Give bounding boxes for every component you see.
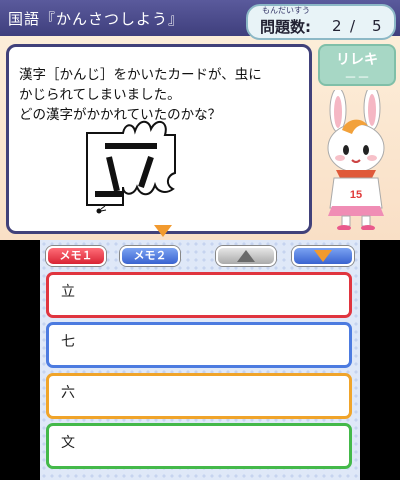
choice-label: 六 xyxy=(61,385,75,401)
bottom-screen: メモ１ メモ２ 立 七 六 文 xyxy=(40,240,360,480)
counter-total: 5 xyxy=(372,17,382,35)
scroll-up-button[interactable] xyxy=(216,246,276,266)
answer-choice-3[interactable]: 六 xyxy=(46,373,352,419)
triangle-down-icon xyxy=(314,250,332,262)
quiz-title: 国語『かんさつしよう』 xyxy=(8,10,185,28)
counter-current: 2 xyxy=(332,17,345,35)
choice-label: 七 xyxy=(61,334,75,350)
question-text: 漢字［かんじ］をかいたカードが、虫に かじられてしまいました。 どの漢字がかかれ… xyxy=(19,67,262,123)
choice-label: 文 xyxy=(61,435,75,451)
history-box: リレキ －－ xyxy=(318,44,396,86)
scroll-down-button[interactable] xyxy=(292,246,354,266)
next-page-arrow-icon xyxy=(154,225,172,237)
answer-choice-2[interactable]: 七 xyxy=(46,322,352,368)
choice-label: 立 xyxy=(61,284,75,300)
counter-label: 問題数: xyxy=(260,18,311,36)
history-value: －－ xyxy=(343,71,370,86)
kanji-stroke-top xyxy=(105,143,157,149)
answer-choice-4[interactable]: 文 xyxy=(46,423,352,469)
triangle-up-icon xyxy=(237,250,255,262)
memo1-button[interactable]: メモ１ xyxy=(46,246,106,266)
counter-separator: / xyxy=(350,17,356,35)
bitten-kanji-card xyxy=(86,120,176,214)
question-panel: 漢字［かんじ］をかいたカードが、虫に かじられてしまいました。 どの漢字がかかれ… xyxy=(6,44,312,237)
shirt-number: 15 xyxy=(350,189,362,201)
top-screen: 国語『かんさつしよう』 もんだいすう 問題数: 2 / 5 漢字［かんじ］をかい… xyxy=(0,0,400,240)
history-label: リレキ xyxy=(336,52,378,68)
counter-ruby: もんだいすう xyxy=(262,6,310,15)
bug-icon xyxy=(96,205,107,214)
question-counter: もんだいすう 問題数: 2 / 5 xyxy=(246,4,396,40)
memo2-button[interactable]: メモ２ xyxy=(120,246,180,266)
kanji-stroke-bottom xyxy=(95,191,123,197)
answer-choice-1[interactable]: 立 xyxy=(46,272,352,318)
rabbit-mascot: 15 xyxy=(327,90,385,230)
